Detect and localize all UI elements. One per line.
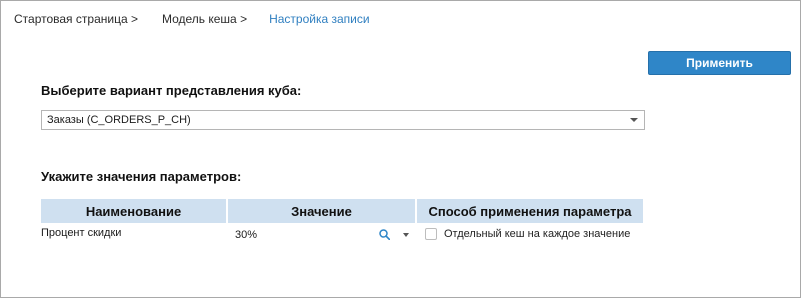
apply-button[interactable]: Применить <box>648 51 791 75</box>
header-value: Значение <box>228 199 417 223</box>
separate-cache-label[interactable]: Отдельный кеш на каждое значение <box>444 228 630 240</box>
chevron-down-icon[interactable] <box>403 233 409 237</box>
param-value-cell[interactable]: 30% <box>228 224 417 246</box>
breadcrumb-current: Настройка записи <box>269 12 370 26</box>
breadcrumb: Стартовая страница > Модель кеша > Настр… <box>14 12 370 26</box>
separate-cache-checkbox[interactable] <box>425 228 437 240</box>
chevron-down-icon <box>630 118 638 122</box>
search-icon[interactable] <box>379 229 390 240</box>
param-method-cell: Отдельный кеш на каждое значение <box>417 223 643 245</box>
header-method: Способ применения параметра <box>417 199 643 223</box>
cube-select-value: Заказы (C_ORDERS_P_CH) <box>47 114 191 126</box>
param-value[interactable]: 30% <box>235 229 257 241</box>
breadcrumb-cache-model[interactable]: Модель кеша > <box>162 12 247 26</box>
cube-section-title: Выберите вариант представления куба: <box>41 83 302 98</box>
params-table: Наименование Значение Способ применения … <box>41 199 643 245</box>
breadcrumb-home[interactable]: Стартовая страница > <box>14 12 138 26</box>
table-header: Наименование Значение Способ применения … <box>41 199 643 223</box>
header-name: Наименование <box>41 199 228 223</box>
table-row: Процент скидки 30% Отдельный кеш на кажд… <box>41 223 643 245</box>
cube-select[interactable]: Заказы (C_ORDERS_P_CH) <box>41 110 645 130</box>
param-name: Процент скидки <box>41 227 122 239</box>
params-section-title: Укажите значения параметров: <box>41 169 242 184</box>
page-frame: Стартовая страница > Модель кеша > Настр… <box>0 0 801 298</box>
